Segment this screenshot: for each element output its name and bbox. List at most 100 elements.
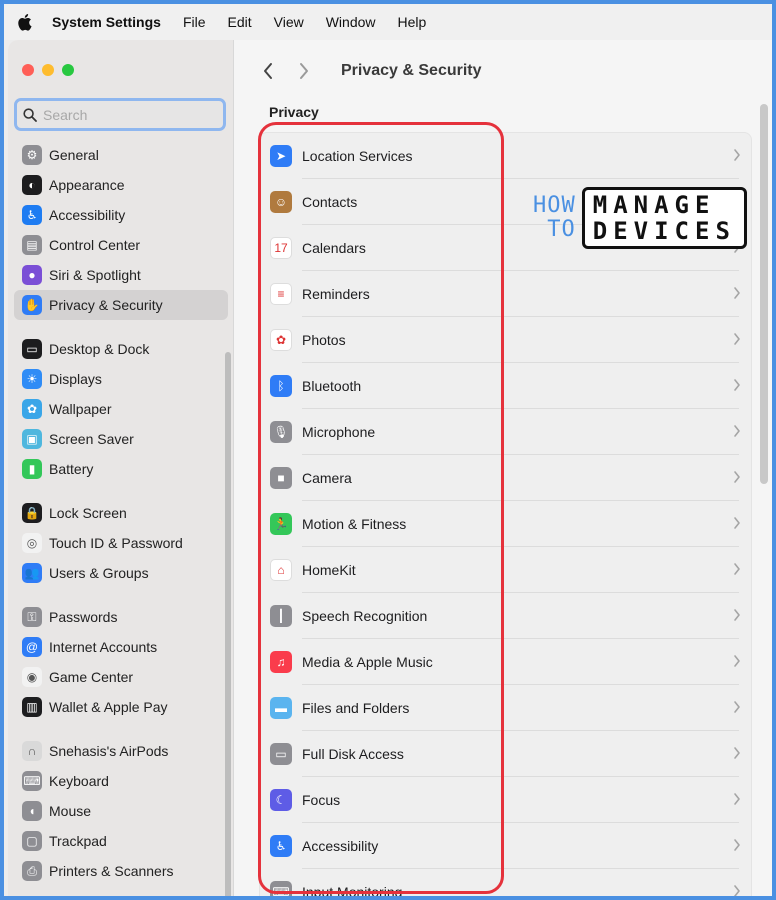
sidebar-item-privacy-security[interactable]: ✋ Privacy & Security	[14, 290, 228, 320]
privacy-row-label: Full Disk Access	[302, 746, 404, 762]
sidebar-item-screen-saver[interactable]: ▣ Screen Saver	[14, 424, 228, 454]
privacy-row-speech-recognition[interactable]: ┃ Speech Recognition	[260, 593, 751, 639]
sidebar-item-users-groups[interactable]: 👥 Users & Groups	[14, 558, 228, 588]
chevron-right-icon	[734, 333, 740, 345]
privacy-row-motion-fitness[interactable]: 🏃 Motion & Fitness	[260, 501, 751, 547]
privacy-row-full-disk-access[interactable]: ▭ Full Disk Access	[260, 731, 751, 777]
sidebar-item-lock-screen[interactable]: 🔒 Lock Screen	[14, 498, 228, 528]
toolbar: Privacy & Security	[235, 56, 482, 86]
privacy-row-files-and-folders[interactable]: ▬ Files and Folders	[260, 685, 751, 731]
privacy-row-reminders[interactable]: ≡ Reminders	[260, 271, 751, 317]
menu-edit[interactable]: Edit	[228, 14, 252, 30]
forward-button[interactable]	[289, 56, 319, 86]
sidebar-item-battery[interactable]: ▮ Battery	[14, 454, 228, 484]
privacy-row-media-apple-music[interactable]: ♫ Media & Apple Music	[260, 639, 751, 685]
chevron-right-icon	[734, 149, 740, 161]
sidebar-item-siri-spotlight[interactable]: ● Siri & Spotlight	[14, 260, 228, 290]
sidebar-item-touch-id-password[interactable]: ◎ Touch ID & Password	[14, 528, 228, 558]
airpods-icon: ∩	[22, 741, 42, 761]
key-icon: ⚿	[22, 607, 42, 627]
main-scrollbar[interactable]	[760, 104, 768, 484]
privacy-row-input-monitoring[interactable]: ⌨ Input Monitoring	[260, 869, 751, 896]
chevron-right-icon	[734, 563, 740, 575]
privacy-row-camera[interactable]: ■ Camera	[260, 455, 751, 501]
menu-window[interactable]: Window	[326, 14, 376, 30]
menu-help[interactable]: Help	[398, 14, 427, 30]
watermark-box: MANAGE DEVICES	[581, 187, 747, 249]
close-window-button[interactable]	[22, 64, 34, 76]
sidebar-item-passwords[interactable]: ⚿ Passwords	[14, 602, 228, 632]
privacy-row-label: Contacts	[302, 194, 358, 210]
privacy-row-label: Focus	[302, 792, 341, 808]
home-icon: ⌂	[270, 559, 292, 581]
menu-app-name[interactable]: System Settings	[52, 14, 161, 30]
sidebar-item-internet-accounts[interactable]: @ Internet Accounts	[14, 632, 228, 662]
privacy-row-photos[interactable]: ✿ Photos	[260, 317, 751, 363]
search-field[interactable]	[14, 98, 226, 131]
privacy-row-bluetooth[interactable]: ᛒ Bluetooth	[260, 363, 751, 409]
search-input[interactable]	[43, 106, 203, 123]
calendar-icon: 17	[270, 237, 292, 259]
privacy-row-focus[interactable]: ☾ Focus	[260, 777, 751, 823]
window-controls	[22, 64, 74, 76]
sidebar-item-displays[interactable]: ☀ Displays	[14, 364, 228, 394]
privacy-row-location-services[interactable]: ➤ Location Services	[260, 133, 751, 179]
privacy-row-label: Bluetooth	[302, 378, 362, 394]
apple-logo-icon[interactable]	[16, 13, 32, 31]
sidebar-item-label: Privacy & Security	[49, 297, 163, 313]
privacy-row-label: Location Services	[302, 148, 413, 164]
lock-icon: 🔒	[22, 503, 42, 523]
sidebar-item-snehasis-s-airpods[interactable]: ∩ Snehasis's AirPods	[14, 736, 228, 766]
sidebar: ⚙ General ◐ Appearance ♿ Accessibility ▤ Contro…	[8, 40, 234, 896]
music-icon: ♫	[270, 651, 292, 673]
waveform-icon: ┃	[270, 605, 292, 627]
privacy-row-label: Photos	[302, 332, 346, 348]
sidebar-item-trackpad[interactable]: ▢ Trackpad	[14, 826, 228, 856]
sidebar-item-accessibility[interactable]: ♿ Accessibility	[14, 200, 228, 230]
sidebar-item-label: Desktop & Dock	[49, 341, 150, 357]
sidebar-item-mouse[interactable]: ◖ Mouse	[14, 796, 228, 826]
chevron-right-icon	[734, 379, 740, 391]
chevron-right-icon	[734, 793, 740, 805]
microphone-icon: 🎙	[270, 421, 292, 443]
sidebar-item-label: Accessibility	[49, 207, 126, 223]
hand-icon: ✋	[22, 295, 42, 315]
sidebar-item-label: Lock Screen	[49, 505, 127, 521]
menu-view[interactable]: View	[274, 14, 304, 30]
users-icon: 👥	[22, 563, 42, 583]
sidebar-item-wallpaper[interactable]: ✿ Wallpaper	[14, 394, 228, 424]
folder-icon: ▬	[270, 697, 292, 719]
chevron-left-icon	[264, 63, 272, 79]
sidebar-item-printers-scanners[interactable]: ⎙ Printers & Scanners	[14, 856, 228, 886]
back-button[interactable]	[253, 56, 283, 86]
main-pane: Privacy & Security Privacy ➤ Location Ser…	[235, 40, 772, 896]
minimize-window-button[interactable]	[42, 64, 54, 76]
privacy-row-homekit[interactable]: ⌂ HomeKit	[260, 547, 751, 593]
trackpad-icon: ▢	[22, 831, 42, 851]
privacy-row-label: Calendars	[302, 240, 366, 256]
sidebar-item-label: Siri & Spotlight	[49, 267, 141, 283]
sidebar-item-appearance[interactable]: ◐ Appearance	[14, 170, 228, 200]
screen-saver-icon: ▣	[22, 429, 42, 449]
sidebar-item-game-center[interactable]: ◉ Game Center	[14, 662, 228, 692]
sidebar-item-keyboard[interactable]: ⌨ Keyboard	[14, 766, 228, 796]
sidebar-item-label: Wallet & Apple Pay	[49, 699, 168, 715]
sidebar-scrollbar[interactable]	[225, 352, 231, 896]
zoom-window-button[interactable]	[62, 64, 74, 76]
accessibility-icon: ♿	[270, 835, 292, 857]
keyboard-icon: ⌨	[270, 881, 292, 896]
screenshot-frame: System Settings File Edit View Window He…	[0, 0, 776, 900]
sidebar-item-general[interactable]: ⚙ General	[14, 140, 228, 170]
sidebar-item-label: Trackpad	[49, 833, 107, 849]
sidebar-item-wallet-apple-pay[interactable]: ▥ Wallet & Apple Pay	[14, 692, 228, 722]
wallet-icon: ▥	[22, 697, 42, 717]
menu-file[interactable]: File	[183, 14, 206, 30]
watermark-box-line1: MANAGE	[592, 191, 716, 219]
privacy-row-microphone[interactable]: 🎙 Microphone	[260, 409, 751, 455]
sidebar-item-desktop-dock[interactable]: ▭ Desktop & Dock	[14, 334, 228, 364]
sidebar-item-label: Printers & Scanners	[49, 863, 174, 879]
privacy-row-accessibility[interactable]: ♿ Accessibility	[260, 823, 751, 869]
sidebar-item-control-center[interactable]: ▤ Control Center	[14, 230, 228, 260]
